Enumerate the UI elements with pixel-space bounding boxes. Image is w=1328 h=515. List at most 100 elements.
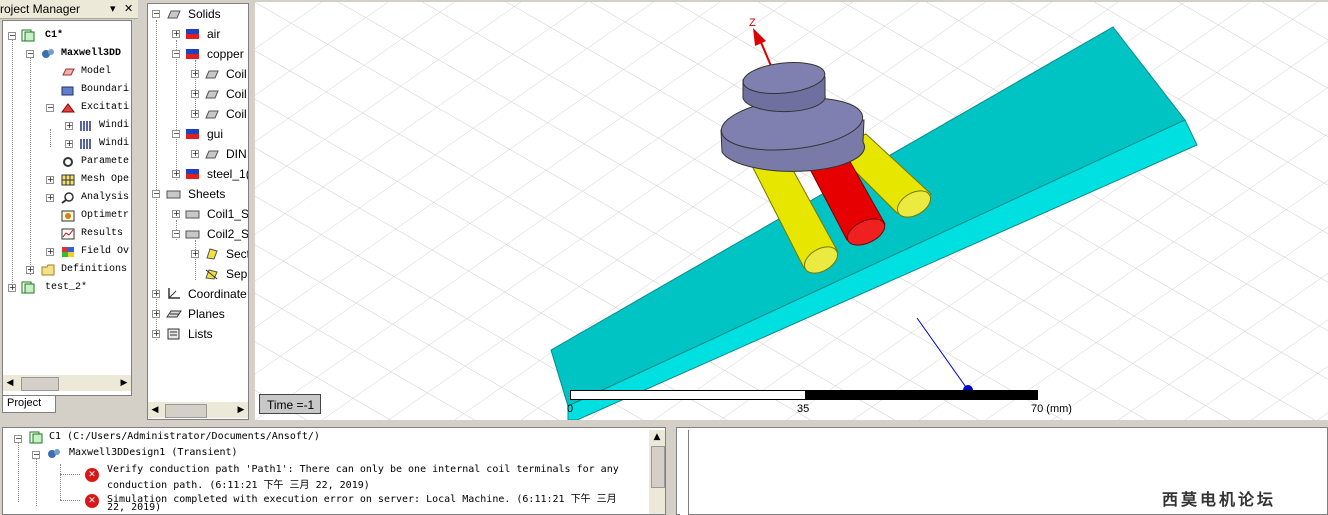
- pm-item-excitations[interactable]: Excitati: [81, 99, 129, 117]
- expander-coil2s[interactable]: −: [172, 230, 180, 238]
- scale-tick-70: 70 (mm): [1031, 403, 1072, 415]
- message-vscrollbar[interactable]: ▲: [649, 430, 665, 514]
- pm-item-mesh[interactable]: Mesh Ope: [81, 171, 129, 189]
- expander-steel[interactable]: +: [172, 170, 180, 178]
- expander-msg-design[interactable]: −: [32, 451, 40, 459]
- scroll-thumb[interactable]: [651, 446, 665, 488]
- close-icon[interactable]: ✕: [124, 2, 133, 15]
- project-tab-label: Project: [7, 397, 42, 409]
- maxwell-design-icon: [47, 447, 61, 459]
- expander-mesh[interactable]: +: [46, 176, 54, 184]
- expander-maxwell[interactable]: −: [26, 50, 34, 58]
- tree-item-coil1-section[interactable]: Coil1_S: [207, 205, 248, 223]
- expander-excitations[interactable]: −: [46, 104, 54, 112]
- modeler-viewport[interactable]: Z Time =-1 0 35 70 (mm): [255, 2, 1328, 420]
- tree-item-coil-2[interactable]: Coil: [226, 85, 247, 103]
- expander-winding-2[interactable]: +: [65, 140, 73, 148]
- pm-item-maxwell[interactable]: Maxwell3DD: [61, 45, 121, 63]
- pm-item-field-overlays[interactable]: Field Ov: [81, 243, 129, 261]
- scroll-thumb[interactable]: [165, 404, 207, 418]
- expander-c1[interactable]: −: [8, 32, 16, 40]
- analysis-icon: [61, 191, 75, 204]
- expander-din[interactable]: +: [191, 150, 199, 158]
- msg-error-1a: Verify conduction path 'Path1': There ca…: [107, 464, 619, 475]
- sheet-icon: [185, 207, 200, 219]
- project-manager-panel: roject Manager ▾ ✕ − C1* − Maxwell3DD Mo…: [0, 0, 140, 420]
- expander-coil-1[interactable]: +: [191, 70, 199, 78]
- project-icon: [29, 431, 43, 444]
- pm-item-model[interactable]: Model: [81, 63, 111, 81]
- pm-item-definitions[interactable]: Definitions: [61, 261, 127, 279]
- message-manager: − C1 (C:/Users/Administrator/Documents/A…: [2, 427, 666, 515]
- tree-item-solids[interactable]: Solids: [188, 5, 221, 23]
- tree-item-copper[interactable]: copper: [207, 45, 244, 63]
- expander-coil-2[interactable]: +: [191, 90, 199, 98]
- pm-item-winding-1[interactable]: Windi: [99, 117, 129, 135]
- lists-icon: [166, 327, 180, 340]
- scroll-left-arrow[interactable]: ◀: [148, 403, 162, 417]
- expander-air[interactable]: +: [172, 30, 180, 38]
- progress-divider[interactable]: [680, 430, 689, 515]
- expander-copper[interactable]: −: [172, 50, 180, 58]
- pm-item-c1[interactable]: C1*: [45, 27, 63, 45]
- tree-item-gui[interactable]: gui: [207, 125, 223, 143]
- scroll-left-arrow[interactable]: ◀: [3, 376, 17, 390]
- solid-icon: [204, 67, 219, 79]
- pm-item-winding-2[interactable]: Windi: [99, 135, 129, 153]
- project-icon: [21, 29, 35, 42]
- tree-item-lists[interactable]: Lists: [188, 325, 213, 343]
- scale-tick-0: 0: [567, 403, 574, 415]
- tree-item-steel[interactable]: steel_1(: [207, 165, 248, 183]
- pm-item-test2[interactable]: test_2*: [45, 279, 87, 297]
- field-overlays-icon: [61, 245, 75, 257]
- tree-item-planes[interactable]: Planes: [188, 305, 225, 323]
- scroll-right-arrow[interactable]: ▶: [117, 376, 131, 390]
- expander-field[interactable]: +: [46, 248, 54, 256]
- expander-solids[interactable]: −: [152, 10, 160, 18]
- expander-coil-3[interactable]: +: [191, 110, 199, 118]
- pm-item-boundaries[interactable]: Boundari: [81, 81, 129, 99]
- scroll-up-arrow[interactable]: ▲: [650, 430, 664, 444]
- solid-icon: [204, 147, 219, 159]
- tree-item-coordinate[interactable]: Coordinate: [188, 285, 247, 303]
- tree-item-coil-1[interactable]: Coil: [226, 65, 247, 83]
- maxwell-design-icon: [41, 47, 55, 59]
- expander-winding-1[interactable]: +: [65, 122, 73, 130]
- pin-icon[interactable]: ▾: [110, 2, 116, 15]
- expander-analysis[interactable]: +: [46, 194, 54, 202]
- tree-item-sheets[interactable]: Sheets: [188, 185, 225, 203]
- tree-item-separate[interactable]: Sep: [226, 265, 247, 283]
- excitations-icon: [61, 101, 75, 113]
- scroll-right-arrow[interactable]: ▶: [234, 403, 248, 417]
- expander-lists[interactable]: +: [152, 330, 160, 338]
- expander-sheets[interactable]: −: [152, 190, 160, 198]
- project-manager-titlebar: roject Manager ▾ ✕: [0, 0, 138, 19]
- folder-icon: [41, 263, 55, 276]
- tree-item-din[interactable]: DIN: [226, 145, 247, 163]
- pm-item-results[interactable]: Results: [81, 225, 123, 243]
- pm-item-optimetrics[interactable]: Optimetr: [81, 207, 129, 225]
- scroll-thumb[interactable]: [21, 377, 59, 391]
- tree-item-coil-3[interactable]: Coil: [226, 105, 247, 123]
- error-icon: ✕: [85, 468, 99, 482]
- msg-error-1b: conduction path. (6:11:21 下午 三月 22, 2019…: [107, 480, 370, 491]
- project-tree-hscrollbar[interactable]: ◀ ▶: [3, 375, 131, 391]
- expander-coordinate[interactable]: +: [152, 290, 160, 298]
- material-icon: [185, 47, 199, 59]
- tree-item-coil2-section[interactable]: Coil2_S: [207, 225, 248, 243]
- expander-coil1s[interactable]: +: [172, 210, 180, 218]
- expander-test2[interactable]: +: [8, 284, 16, 292]
- expander-definitions[interactable]: +: [26, 266, 34, 274]
- tree-item-section[interactable]: Sect: [226, 245, 248, 263]
- expander-msg-project[interactable]: −: [14, 435, 22, 443]
- pm-item-analysis[interactable]: Analysis: [81, 189, 129, 207]
- material-icon: [185, 167, 199, 179]
- sheet-icon: [185, 227, 200, 239]
- pm-item-parameters[interactable]: Paramete: [81, 153, 129, 171]
- model-tree-hscrollbar[interactable]: ◀ ▶: [148, 402, 248, 418]
- expander-sect[interactable]: +: [191, 250, 199, 258]
- expander-planes[interactable]: +: [152, 310, 160, 318]
- expander-gui[interactable]: −: [172, 130, 180, 138]
- project-tab[interactable]: Project: [2, 396, 56, 413]
- tree-item-air[interactable]: air: [207, 25, 220, 43]
